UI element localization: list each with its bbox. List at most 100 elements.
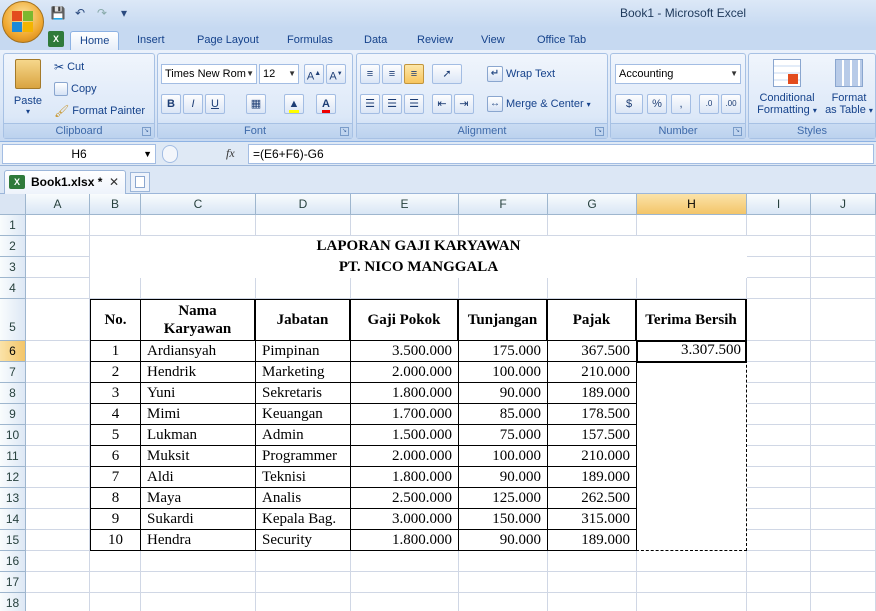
table-cell-r8-c2[interactable]: Maya: [140, 487, 256, 509]
table-cell-r1-c2[interactable]: Ardiansyah: [140, 340, 256, 362]
merge-center-button[interactable]: ↔ Merge & Center ▾: [487, 96, 591, 112]
row-header-17[interactable]: 17: [0, 572, 26, 593]
table-cell-r7-c6[interactable]: 189.000: [547, 466, 637, 488]
row-header-18[interactable]: 18: [0, 593, 26, 611]
grow-font-button[interactable]: A▲: [304, 64, 324, 84]
wrap-text-button[interactable]: ↵ Wrap Text: [487, 66, 555, 82]
table-cell-r1-c3[interactable]: Pimpinan: [255, 340, 351, 362]
borders-button[interactable]: ▦: [246, 94, 266, 114]
row-header-4[interactable]: 4: [0, 278, 26, 299]
italic-button[interactable]: I: [183, 94, 203, 114]
row-header-3[interactable]: 3: [0, 257, 26, 278]
row-header-7[interactable]: 7: [0, 362, 26, 383]
column-header-c[interactable]: C: [141, 194, 256, 215]
customize-qat-icon[interactable]: ▾: [116, 5, 132, 21]
table-cell-r8-c3[interactable]: Analis: [255, 487, 351, 509]
table-cell-r9-c1[interactable]: 9: [90, 508, 141, 530]
tab-view[interactable]: View: [472, 31, 514, 50]
row-header-13[interactable]: 13: [0, 488, 26, 509]
column-header-g[interactable]: G: [548, 194, 637, 215]
formula-expand-icon[interactable]: [162, 145, 178, 163]
alignment-launcher-icon[interactable]: ↘: [595, 127, 604, 136]
shrink-font-button[interactable]: A▼: [326, 64, 346, 84]
decrease-indent-button[interactable]: ⇤: [432, 94, 452, 114]
insert-function-icon[interactable]: fx: [226, 146, 235, 161]
copy-button[interactable]: Copy: [54, 82, 97, 96]
table-cell-r8-c4[interactable]: 2.500.000: [350, 487, 459, 509]
column-header-d[interactable]: D: [256, 194, 351, 215]
table-cell-r5-c6[interactable]: 157.500: [547, 424, 637, 446]
column-header-f[interactable]: F: [459, 194, 548, 215]
table-cell-r4-c5[interactable]: 85.000: [458, 403, 548, 425]
table-cell-r3-c6[interactable]: 189.000: [547, 382, 637, 404]
table-cell-r9-c3[interactable]: Kepala Bag.: [255, 508, 351, 530]
table-cell-r5-c5[interactable]: 75.000: [458, 424, 548, 446]
increase-decimal-button[interactable]: .0: [699, 94, 719, 114]
percent-button[interactable]: %: [647, 94, 667, 114]
table-cell-r6-c4[interactable]: 2.000.000: [350, 445, 459, 467]
number-launcher-icon[interactable]: ↘: [733, 127, 742, 136]
number-format-combo[interactable]: Accounting ▼: [615, 64, 741, 84]
format-painter-button[interactable]: 🖌 Format Painter: [54, 104, 145, 118]
bold-button[interactable]: B: [161, 94, 181, 114]
underline-button[interactable]: U: [205, 94, 225, 114]
comma-button[interactable]: ,: [671, 94, 691, 114]
row-header-6[interactable]: 6: [0, 341, 26, 362]
table-cell-r7-c1[interactable]: 7: [90, 466, 141, 488]
table-cell-r10-c4[interactable]: 1.800.000: [350, 529, 459, 551]
paste-button[interactable]: Paste ▾: [8, 57, 48, 119]
conditional-formatting-button[interactable]: Conditional Formatting ▾: [753, 57, 821, 116]
formula-input[interactable]: =(E6+F6)-G6: [248, 144, 874, 164]
table-cell-r10-c3[interactable]: Security: [255, 529, 351, 551]
table-cell-r5-c2[interactable]: Lukman: [140, 424, 256, 446]
column-header-a[interactable]: A: [26, 194, 90, 215]
tab-formulas[interactable]: Formulas: [278, 31, 342, 50]
table-cell-r3-c1[interactable]: 3: [90, 382, 141, 404]
table-cell-r6-c1[interactable]: 6: [90, 445, 141, 467]
table-cell-r9-c2[interactable]: Sukardi: [140, 508, 256, 530]
tab-review[interactable]: Review: [408, 31, 462, 50]
tab-office-tab[interactable]: Office Tab: [528, 31, 595, 50]
row-header-11[interactable]: 11: [0, 446, 26, 467]
table-cell-r1-c6[interactable]: 367.500: [547, 340, 637, 362]
table-cell-r5-c4[interactable]: 1.500.000: [350, 424, 459, 446]
accounting-format-button[interactable]: $: [615, 94, 643, 114]
align-top-button[interactable]: ≡: [360, 64, 380, 84]
new-tab-button[interactable]: [130, 172, 150, 192]
tab-insert[interactable]: Insert: [128, 31, 174, 50]
close-icon[interactable]: ✕: [109, 171, 119, 193]
row-header-2[interactable]: 2: [0, 236, 26, 257]
row-header-9[interactable]: 9: [0, 404, 26, 425]
table-cell-r1-c4[interactable]: 3.500.000: [350, 340, 459, 362]
align-middle-button[interactable]: ≡: [382, 64, 402, 84]
row-header-16[interactable]: 16: [0, 551, 26, 572]
name-box[interactable]: H6 ▼: [2, 144, 156, 164]
table-cell-r2-c4[interactable]: 2.000.000: [350, 361, 459, 383]
column-header-i[interactable]: I: [747, 194, 811, 215]
table-cell-r8-c6[interactable]: 262.500: [547, 487, 637, 509]
tab-data[interactable]: Data: [355, 31, 396, 50]
table-cell-r6-c3[interactable]: Programmer: [255, 445, 351, 467]
table-cell-r4-c2[interactable]: Mimi: [140, 403, 256, 425]
table-cell-r3-c2[interactable]: Yuni: [140, 382, 256, 404]
table-cell-r3-c3[interactable]: Sekretaris: [255, 382, 351, 404]
table-cell-r10-c5[interactable]: 90.000: [458, 529, 548, 551]
undo-icon[interactable]: ↶: [72, 5, 88, 21]
table-cell-r4-c3[interactable]: Keuangan: [255, 403, 351, 425]
table-cell-r2-c6[interactable]: 210.000: [547, 361, 637, 383]
table-cell-r3-c4[interactable]: 1.800.000: [350, 382, 459, 404]
align-bottom-button[interactable]: ≡: [404, 64, 424, 84]
row-header-10[interactable]: 10: [0, 425, 26, 446]
active-cell[interactable]: [636, 340, 747, 363]
table-cell-r10-c2[interactable]: Hendra: [140, 529, 256, 551]
format-as-table-button[interactable]: Format as Table ▾: [823, 57, 875, 116]
table-cell-r5-c1[interactable]: 5: [90, 424, 141, 446]
table-cell-r2-c5[interactable]: 100.000: [458, 361, 548, 383]
fill-color-button[interactable]: ▲: [284, 94, 304, 114]
table-cell-r1-c1[interactable]: 1: [90, 340, 141, 362]
table-cell-r9-c6[interactable]: 315.000: [547, 508, 637, 530]
font-launcher-icon[interactable]: ↘: [340, 127, 349, 136]
table-cell-r9-c4[interactable]: 3.000.000: [350, 508, 459, 530]
office-button[interactable]: [2, 1, 44, 43]
align-right-button[interactable]: ☰: [404, 94, 424, 114]
